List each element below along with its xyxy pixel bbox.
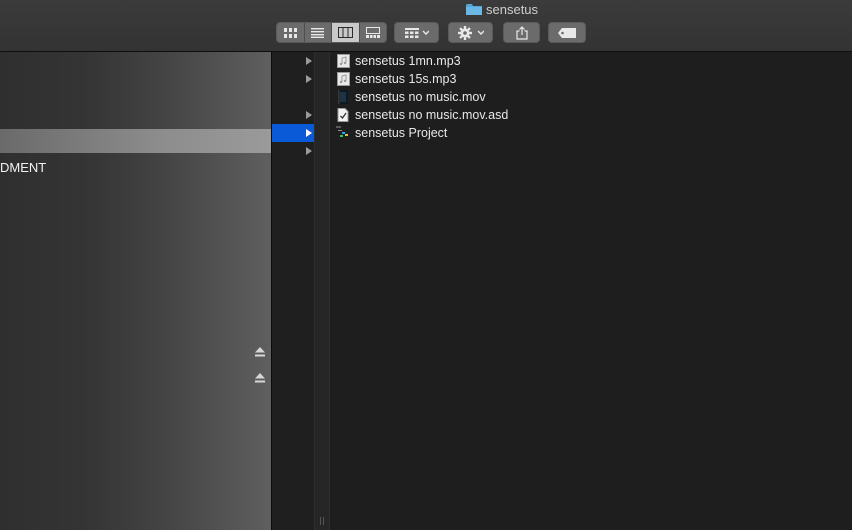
tag-icon (558, 27, 576, 38)
sidebar-item-label[interactable]: DMENT (0, 160, 80, 175)
group-by-button[interactable] (394, 22, 439, 43)
sidebar-selected-item[interactable] (0, 129, 271, 153)
icon-view-icon (283, 27, 297, 38)
share-button[interactable] (503, 22, 540, 43)
eject-icon[interactable] (254, 373, 266, 383)
file-name: sensetus no music.mov.asd (355, 108, 509, 122)
disclosure-triangle-icon (306, 75, 312, 83)
column-view-icon (337, 27, 353, 38)
column-view-button[interactable] (332, 23, 360, 42)
column-row-selected[interactable] (272, 124, 314, 142)
audio-file-icon (336, 72, 350, 86)
icon-view-button[interactable] (277, 23, 305, 42)
folder-icon (466, 3, 482, 15)
column-resize-grip-icon[interactable] (319, 517, 325, 525)
view-mode-segmented-control[interactable] (276, 22, 387, 43)
file-row[interactable]: sensetus no music.mov.asd (336, 106, 508, 124)
window-toolbar: sensetus (0, 0, 852, 52)
eject-icon[interactable] (254, 347, 266, 357)
file-name: sensetus 15s.mp3 (355, 72, 457, 86)
list-view-icon (311, 27, 325, 38)
file-row[interactable]: sensetus 1mn.mp3 (336, 52, 508, 70)
disclosure-triangle-icon (306, 147, 312, 155)
disclosure-triangle-icon (306, 129, 312, 137)
column-row[interactable] (272, 52, 314, 70)
gallery-view-button[interactable] (359, 23, 386, 42)
file-row[interactable]: sensetus Project (336, 124, 508, 142)
share-icon (515, 25, 528, 40)
column-resize-divider[interactable] (314, 52, 330, 530)
disclosure-triangle-icon (306, 111, 312, 119)
list-view-button[interactable] (304, 23, 332, 42)
gallery-view-icon (365, 27, 380, 38)
file-row[interactable]: sensetus no music.mov (336, 88, 508, 106)
column-row[interactable] (272, 70, 314, 88)
project-file-icon (336, 126, 350, 140)
file-name: sensetus no music.mov (355, 90, 486, 104)
file-name: sensetus Project (355, 126, 448, 140)
group-grid-icon (404, 27, 429, 38)
tag-button[interactable] (548, 22, 586, 43)
action-menu-button[interactable] (448, 22, 493, 43)
disclosure-triangle-icon (306, 57, 312, 65)
window-title: sensetus (466, 1, 538, 17)
sidebar: DMENT (0, 52, 271, 530)
file-name: sensetus 1mn.mp3 (355, 54, 461, 68)
file-row[interactable]: sensetus 15s.mp3 (336, 70, 508, 88)
gear-icon (457, 25, 484, 40)
column-row[interactable] (272, 106, 314, 124)
audio-file-icon (336, 54, 350, 68)
movie-file-icon (336, 90, 350, 104)
column-row[interactable] (272, 142, 314, 160)
document-file-icon (336, 108, 350, 122)
file-list: sensetus 1mn.mp3 sensetus 15s.mp3 senset… (336, 52, 508, 142)
window-title-text: sensetus (486, 1, 539, 17)
